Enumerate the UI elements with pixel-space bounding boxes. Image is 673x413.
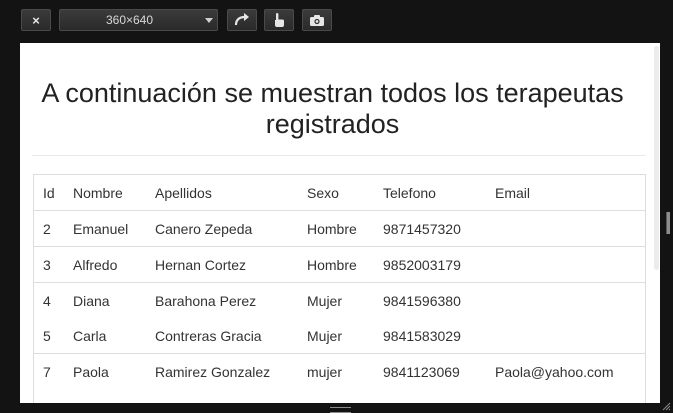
chevron-down-icon xyxy=(205,18,213,23)
cell-email xyxy=(486,246,645,283)
cell-sexo: Hombre xyxy=(298,210,374,247)
cell-sexo: mujer xyxy=(298,353,374,389)
device-viewport: A continuación se muestran todos los ter… xyxy=(20,43,660,403)
cell-email: Paola@yahoo.com xyxy=(486,353,645,389)
device-size-select[interactable]: 360×640 xyxy=(59,9,218,31)
cell-apellidos: Ramirez Gonzalez xyxy=(146,353,298,389)
cell-sexo: Mujer xyxy=(298,282,374,318)
cell-id: 7 xyxy=(34,353,64,389)
cell-email xyxy=(486,318,645,354)
device-size-value: 360×640 xyxy=(105,13,154,27)
table-row: 4 Diana Barahona Perez Mujer 9841596380 xyxy=(34,282,645,318)
table-row: 7 Paola Ramirez Gonzalez mujer 984112306… xyxy=(34,353,645,389)
camera-icon xyxy=(310,14,324,26)
width-resize-handle[interactable] xyxy=(666,212,670,234)
cell-telefono: 9852003179 xyxy=(374,246,486,283)
cell-telefono: 9841123069 xyxy=(374,353,486,389)
close-button[interactable]: × xyxy=(21,9,51,31)
cell-nombre: Paola xyxy=(64,353,146,389)
cell-apellidos: Barahona Perez xyxy=(146,282,298,318)
resize-grip-icon[interactable] xyxy=(661,401,671,411)
table-header-row: Id Nombre Apellidos Sexo Telefono Email xyxy=(34,175,645,211)
therapists-table: Id Nombre Apellidos Sexo Telefono Email … xyxy=(34,175,645,389)
cell-email xyxy=(486,282,645,318)
therapists-table-container: Id Nombre Apellidos Sexo Telefono Email … xyxy=(33,174,646,403)
column-header-nombre: Nombre xyxy=(73,184,123,201)
cell-nombre: Alfredo xyxy=(64,246,146,283)
cell-id: 5 xyxy=(43,327,51,344)
cell-nombre: Carla xyxy=(73,327,107,344)
cell-sexo: Hombre xyxy=(298,246,374,283)
cell-telefono: 9841583029 xyxy=(383,327,461,344)
cell-sexo: Mujer xyxy=(307,327,343,344)
touch-emulation-button[interactable] xyxy=(264,9,294,31)
screenshot-button[interactable] xyxy=(302,9,332,31)
rotate-button[interactable] xyxy=(227,9,257,31)
table-row: 3 Alfredo Hernan Cortez Hombre 985200317… xyxy=(34,246,645,283)
table-row: 5 Carla Contreras Gracia Mujer 984158302… xyxy=(34,318,645,354)
divider xyxy=(32,155,646,156)
cell-apellidos: Hernan Cortez xyxy=(146,246,298,283)
height-resize-handle[interactable] xyxy=(330,407,351,413)
table-row: 2 Emanuel Canero Zepeda Hombre 987145732… xyxy=(34,210,645,247)
cell-id: 2 xyxy=(34,210,64,247)
column-header-telefono: Telefono xyxy=(383,184,436,201)
cell-telefono: 9871457320 xyxy=(374,210,486,247)
viewport-scrollbar[interactable] xyxy=(654,46,659,270)
column-header-sexo: Sexo xyxy=(307,184,339,201)
column-header-id: Id xyxy=(43,184,55,201)
cell-id: 4 xyxy=(34,282,64,318)
column-header-apellidos: Apellidos xyxy=(155,184,212,201)
cell-apellidos: Canero Zepeda xyxy=(146,210,298,247)
cell-telefono: 9841596380 xyxy=(374,282,486,318)
cell-id: 3 xyxy=(34,246,64,283)
cell-nombre: Emanuel xyxy=(64,210,146,247)
column-header-email: Email xyxy=(495,184,531,201)
cell-nombre: Diana xyxy=(64,282,146,318)
cell-email xyxy=(486,210,645,247)
emulator-toolbar: × 360×640 xyxy=(0,0,673,42)
page-title: A continuación se muestran todos los ter… xyxy=(41,78,624,139)
hand-pointer-icon xyxy=(275,13,284,27)
close-icon: × xyxy=(32,12,40,28)
cell-apellidos: Contreras Gracia xyxy=(155,327,262,344)
rotate-icon xyxy=(234,13,249,26)
